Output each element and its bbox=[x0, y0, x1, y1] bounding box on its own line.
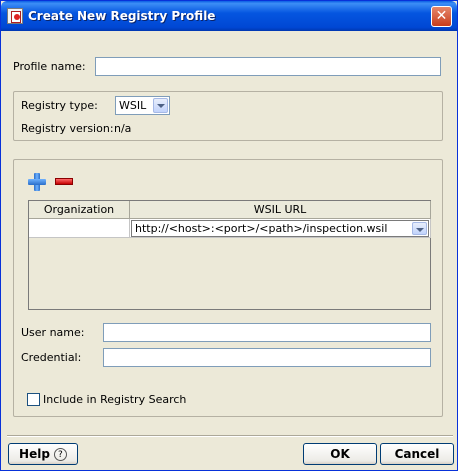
wsil-url-select[interactable]: http://<host>:<port>/<path>/inspection.w… bbox=[131, 220, 429, 237]
window-title: Create New Registry Profile bbox=[28, 9, 216, 23]
help-button-label: Help bbox=[19, 447, 50, 461]
column-header-wsil-url[interactable]: WSIL URL bbox=[130, 201, 431, 219]
table-cell-organization[interactable] bbox=[29, 219, 130, 238]
footer-divider bbox=[7, 435, 453, 437]
profile-name-label: Profile name: bbox=[13, 60, 86, 73]
registry-version-value: n/a bbox=[114, 122, 132, 135]
wsil-url-value: http://<host>:<port>/<path>/inspection.w… bbox=[135, 222, 388, 235]
remove-icon[interactable] bbox=[55, 178, 73, 185]
chevron-down-icon[interactable] bbox=[412, 222, 427, 235]
registry-app-icon bbox=[7, 8, 23, 24]
table-cell-wsil-url[interactable]: http://<host>:<port>/<path>/inspection.w… bbox=[130, 219, 431, 238]
user-name-input[interactable] bbox=[103, 323, 431, 342]
registry-type-select[interactable]: WSIL bbox=[115, 96, 170, 115]
registry-type-value: WSIL bbox=[119, 99, 147, 112]
title-bar[interactable]: Create New Registry Profile ✕ bbox=[1, 1, 457, 31]
credential-label: Credential: bbox=[21, 351, 82, 364]
include-registry-search-checkbox[interactable] bbox=[27, 393, 40, 406]
profile-name-input[interactable] bbox=[95, 57, 441, 76]
wsil-table: Organization WSIL URL http://<host>:<por… bbox=[28, 200, 431, 310]
registry-version-label: Registry version: bbox=[21, 122, 114, 135]
include-registry-search-label[interactable]: Include in Registry Search bbox=[43, 393, 186, 406]
registry-type-label: Registry type: bbox=[21, 99, 98, 112]
dialog-window: Create New Registry Profile ✕ Profile na… bbox=[0, 0, 458, 471]
help-icon: ? bbox=[53, 448, 67, 461]
ok-button[interactable]: OK bbox=[303, 443, 377, 465]
chevron-down-icon[interactable] bbox=[153, 98, 168, 113]
user-name-label: User name: bbox=[21, 326, 85, 339]
credential-input[interactable] bbox=[103, 348, 431, 367]
cancel-button[interactable]: Cancel bbox=[380, 443, 454, 465]
close-button[interactable]: ✕ bbox=[431, 6, 452, 27]
help-button[interactable]: Help? bbox=[8, 443, 78, 465]
column-header-organization[interactable]: Organization bbox=[29, 201, 130, 219]
add-icon[interactable] bbox=[28, 173, 46, 191]
